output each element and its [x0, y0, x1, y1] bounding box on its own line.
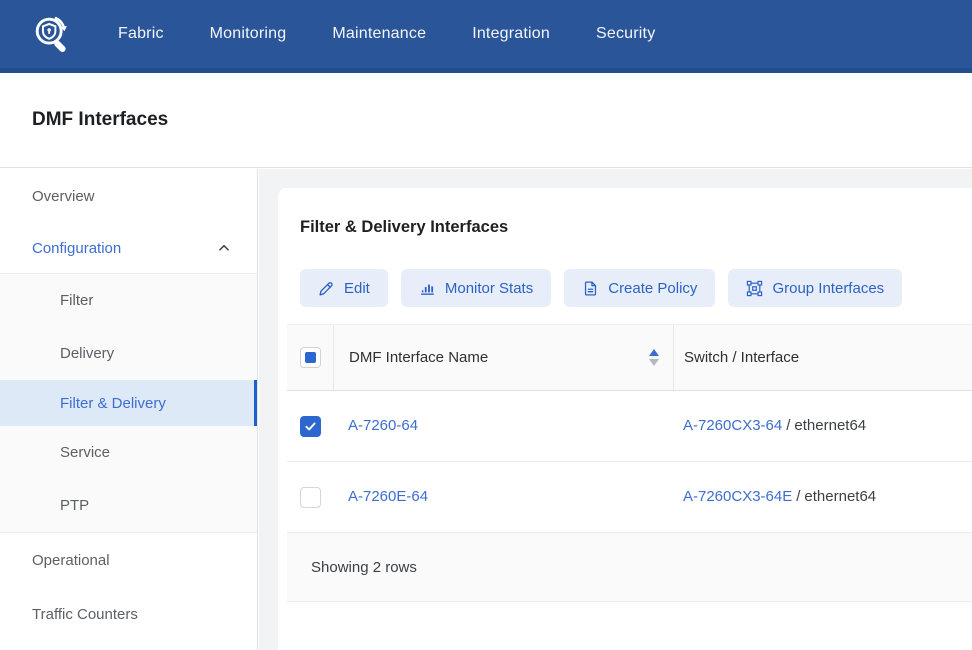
separator: / [796, 488, 800, 505]
indeterminate-mark [305, 352, 316, 363]
interfaces-table: DMF Interface Name Switch / Interface [287, 324, 972, 602]
interface-port: ethernet64 [804, 488, 876, 505]
app-window: Fabric Monitoring Maintenance Integratio… [0, 0, 972, 650]
sidebar-item-operational[interactable]: Operational [0, 533, 257, 587]
switch-link[interactable]: A-7260CX3-64E [683, 488, 792, 505]
sidebar-item-label: PTP [60, 497, 89, 514]
monitor-stats-button[interactable]: Monitor Stats [401, 269, 551, 307]
sidebar-item-label: Traffic Counters [32, 606, 138, 623]
sidebar-item-ptp[interactable]: PTP [0, 479, 257, 532]
interface-port: ethernet64 [794, 417, 866, 434]
sidebar-item-label: Delivery [60, 345, 114, 362]
interfaces-card: Filter & Delivery Interfaces Edit [278, 188, 972, 650]
page-title: DMF Interfaces [32, 109, 168, 131]
separator: / [786, 417, 790, 434]
content-area: Filter & Delivery Interfaces Edit [259, 169, 972, 650]
nav-item-fabric[interactable]: Fabric [118, 25, 164, 43]
edit-button[interactable]: Edit [300, 269, 388, 307]
sidebar-item-label: Overview [32, 188, 95, 205]
sort-desc-icon [649, 359, 659, 366]
button-label: Create Policy [608, 280, 697, 297]
sidebar-item-filter-delivery[interactable]: Filter & Delivery [0, 380, 257, 426]
sidebar: Overview Configuration Filter Delivery F… [0, 169, 258, 650]
sidebar-item-traffic-counters[interactable]: Traffic Counters [0, 587, 257, 641]
nav-item-monitoring[interactable]: Monitoring [210, 25, 287, 43]
sidebar-item-label: Configuration [32, 240, 121, 257]
row-count-text: Showing 2 rows [311, 559, 417, 576]
sidebar-item-label: Service [60, 444, 110, 461]
button-label: Monitor Stats [445, 280, 533, 297]
sidebar-item-overview[interactable]: Overview [0, 169, 257, 223]
object-group-icon [746, 280, 763, 297]
dmf-secure-monitoring-logo-icon[interactable] [30, 11, 76, 57]
toolbar: Edit Monitor Stats [300, 269, 972, 307]
page-header: DMF Interfaces [0, 73, 972, 168]
column-header-switch-interface[interactable]: Switch / Interface [673, 325, 972, 390]
nav-item-maintenance[interactable]: Maintenance [332, 25, 426, 43]
chevron-up-icon [217, 241, 231, 255]
interface-name-link[interactable]: A-7260E-64 [348, 488, 428, 505]
sidebar-item-configuration[interactable]: Configuration [0, 223, 257, 273]
table-header-row: DMF Interface Name Switch / Interface [287, 324, 972, 391]
sidebar-item-delivery[interactable]: Delivery [0, 327, 257, 380]
sidebar-item-filter[interactable]: Filter [0, 274, 257, 327]
select-all-checkbox[interactable] [300, 347, 321, 368]
table-row: A-7260-64 A-7260CX3-64/ethernet64 [287, 391, 972, 462]
sidebar-item-service[interactable]: Service [0, 426, 257, 479]
sort-toggle[interactable] [649, 349, 659, 366]
sort-asc-icon [649, 349, 659, 356]
group-interfaces-button[interactable]: Group Interfaces [728, 269, 902, 307]
row-checkbox[interactable] [300, 416, 321, 437]
sidebar-item-label: Filter & Delivery [60, 395, 166, 412]
create-policy-button[interactable]: Create Policy [564, 269, 715, 307]
navbar-menu: Fabric Monitoring Maintenance Integratio… [118, 25, 655, 43]
document-icon [582, 280, 599, 297]
sidebar-item-label: Operational [32, 552, 110, 569]
button-label: Edit [344, 280, 370, 297]
interface-name-link[interactable]: A-7260-64 [348, 417, 418, 434]
nav-item-integration[interactable]: Integration [472, 25, 550, 43]
card-title: Filter & Delivery Interfaces [300, 188, 972, 237]
table-footer: Showing 2 rows [287, 533, 972, 602]
top-navbar: Fabric Monitoring Maintenance Integratio… [0, 0, 972, 73]
check-icon [304, 420, 317, 433]
column-header-label: DMF Interface Name [349, 349, 488, 366]
bar-chart-icon [419, 280, 436, 297]
button-label: Group Interfaces [772, 280, 884, 297]
nav-item-security[interactable]: Security [596, 25, 655, 43]
sidebar-configuration-submenu: Filter Delivery Filter & Delivery Servic… [0, 273, 257, 533]
row-checkbox[interactable] [300, 487, 321, 508]
column-header-dmf-interface-name[interactable]: DMF Interface Name [333, 325, 673, 390]
column-header-label: Switch / Interface [684, 349, 799, 366]
pencil-icon [318, 280, 335, 297]
switch-link[interactable]: A-7260CX3-64 [683, 417, 782, 434]
table-row: A-7260E-64 A-7260CX3-64E/ethernet64 [287, 462, 972, 533]
sidebar-item-label: Filter [60, 292, 93, 309]
